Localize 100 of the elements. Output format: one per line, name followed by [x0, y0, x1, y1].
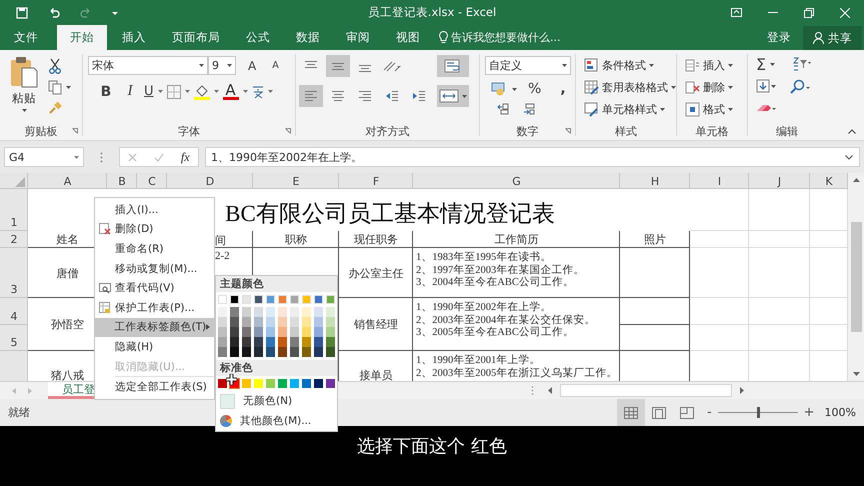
menu-item[interactable]: 保护工作表(P)... [95, 298, 214, 318]
increase-decimal-icon[interactable] [497, 103, 509, 115]
color-swatch[interactable] [290, 307, 299, 317]
color-swatch[interactable] [326, 379, 335, 388]
zoom-slider-thumb[interactable] [756, 407, 760, 418]
minimize-icon[interactable] [768, 12, 778, 14]
merge-center-button[interactable] [437, 85, 469, 107]
style-menu-button[interactable]: 单元格样式 [584, 101, 676, 117]
column-header[interactable]: G [413, 173, 620, 189]
customize-caret-icon[interactable] [112, 10, 118, 16]
increase-font-size-button[interactable]: A [248, 58, 256, 72]
previous-sheet-icon[interactable] [12, 388, 16, 394]
color-swatch[interactable] [290, 337, 299, 347]
color-swatch[interactable] [218, 317, 227, 327]
font-size-field[interactable]: 9 [208, 56, 236, 75]
color-swatch[interactable] [326, 347, 335, 357]
sign-in-link[interactable]: 登录 [767, 30, 791, 45]
row-header[interactable]: 2 [0, 231, 28, 248]
menu-item[interactable]: 查看代码(V) [95, 278, 214, 298]
color-swatch[interactable] [242, 347, 251, 357]
cells-menu-button[interactable]: 插入 [685, 57, 747, 73]
ribbon-options-icon[interactable] [731, 8, 742, 17]
cancel-icon[interactable] [128, 152, 138, 162]
color-swatch[interactable] [314, 337, 323, 347]
restore-icon[interactable] [804, 8, 814, 18]
fill-color-icon[interactable] [194, 83, 210, 100]
sort-filter-icon[interactable] [793, 57, 812, 71]
color-swatch[interactable] [290, 347, 299, 357]
percent-button[interactable]: % [528, 81, 542, 97]
color-swatch[interactable] [218, 337, 227, 347]
color-swatch[interactable] [242, 307, 251, 317]
color-swatch[interactable] [290, 327, 299, 337]
insert-function-button[interactable]: fx [180, 150, 190, 164]
caret-icon[interactable] [214, 90, 219, 93]
caret-icon[interactable] [22, 109, 26, 112]
menu-item[interactable]: 删除(D) [95, 220, 214, 240]
decrease-font-size-button[interactable]: A [272, 60, 279, 71]
paste-label[interactable]: 粘贴 [12, 91, 36, 106]
row-header[interactable]: 5 [0, 325, 28, 351]
color-swatch[interactable] [290, 317, 299, 327]
splitter-icon[interactable] [531, 386, 534, 395]
copy-icon[interactable] [48, 80, 62, 95]
ribbon-tab[interactable]: 插入 [111, 25, 157, 50]
color-swatch[interactable] [218, 307, 227, 317]
ribbon-tab[interactable]: 公式 [235, 25, 281, 50]
color-swatch[interactable] [314, 307, 323, 317]
cells-menu-button[interactable]: 格式 [685, 101, 747, 117]
color-swatch[interactable] [278, 379, 287, 388]
color-swatch[interactable] [254, 317, 263, 327]
color-swatch[interactable] [242, 295, 251, 304]
wrap-text-button[interactable] [437, 55, 469, 77]
redo-icon[interactable] [80, 6, 92, 18]
scroll-right-icon[interactable] [740, 387, 744, 394]
color-swatch[interactable] [266, 337, 275, 347]
color-swatch[interactable] [230, 347, 239, 357]
color-swatch[interactable] [218, 295, 227, 304]
color-swatch[interactable] [254, 337, 263, 347]
color-swatch[interactable] [278, 347, 287, 357]
eraser-icon[interactable] [756, 102, 776, 114]
color-swatch[interactable] [314, 295, 323, 304]
brush-icon[interactable] [48, 101, 62, 115]
zoom-level-text[interactable]: 100% [824, 406, 856, 419]
share-button[interactable]: 共享 [803, 26, 862, 50]
color-swatch[interactable] [290, 295, 299, 304]
caret-icon[interactable] [74, 156, 79, 158]
scroll-thumb[interactable] [560, 384, 732, 397]
color-swatch[interactable] [314, 317, 323, 327]
color-swatch[interactable] [302, 307, 311, 317]
vertical-scrollbar[interactable] [848, 173, 864, 381]
currency-icon[interactable] [491, 82, 507, 96]
menu-item[interactable]: 移动或复制(M)... [95, 258, 214, 278]
color-swatch[interactable] [218, 327, 227, 337]
color-swatch[interactable] [266, 307, 275, 317]
style-menu-button[interactable]: 条件格式 [584, 57, 676, 73]
dialog-launcher-icon[interactable] [72, 128, 78, 134]
ribbon-tab[interactable]: 审阅 [335, 25, 381, 50]
select-all-icon[interactable] [15, 177, 25, 187]
zoom-in-button[interactable]: + [804, 405, 815, 420]
color-swatch[interactable] [326, 307, 335, 317]
normal-view-button[interactable] [616, 399, 645, 426]
zoom-out-button[interactable]: - [706, 405, 712, 420]
color-swatch[interactable] [242, 327, 251, 337]
color-swatch[interactable] [230, 295, 239, 304]
caret-icon[interactable] [158, 90, 163, 93]
alignment-button[interactable] [326, 55, 350, 77]
ribbon-tab[interactable]: 数据 [285, 25, 331, 50]
color-swatch[interactable] [302, 295, 311, 304]
color-swatch[interactable] [302, 327, 311, 337]
color-swatch[interactable] [326, 317, 335, 327]
menu-item[interactable]: 其他颜色(M)... [216, 411, 337, 431]
color-swatch[interactable] [254, 347, 263, 357]
menu-item[interactable]: 插入(I)... [95, 200, 214, 220]
bold-button[interactable]: B [96, 84, 116, 100]
column-header[interactable]: F [339, 173, 413, 189]
column-header[interactable]: E [253, 173, 339, 189]
color-swatch[interactable] [218, 347, 227, 357]
color-swatch[interactable] [266, 347, 275, 357]
column-header[interactable]: A [28, 173, 107, 189]
color-swatch[interactable] [314, 347, 323, 357]
save-icon[interactable] [16, 6, 28, 18]
